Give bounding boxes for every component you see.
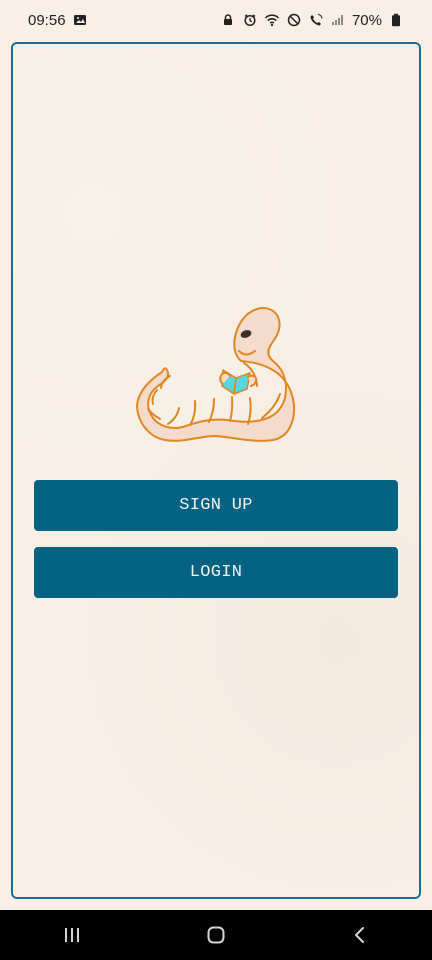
navigation-bar xyxy=(0,910,432,960)
status-left: 09:56 xyxy=(28,12,88,29)
login-button[interactable]: LOGIN xyxy=(34,547,398,598)
wifi-calling-icon xyxy=(308,12,324,28)
recent-apps-icon[interactable] xyxy=(58,921,86,949)
image-icon xyxy=(72,12,88,28)
home-icon[interactable] xyxy=(202,921,230,949)
battery-icon xyxy=(388,12,404,28)
sign-up-button[interactable]: SIGN UP xyxy=(34,480,398,531)
alarm-icon xyxy=(242,12,258,28)
app-frame xyxy=(11,42,421,899)
signal-icon xyxy=(330,12,346,28)
do-not-disturb-icon xyxy=(286,12,302,28)
bookworm-illustration xyxy=(136,307,296,442)
lock-icon xyxy=(220,12,236,28)
login-label: LOGIN xyxy=(189,563,243,582)
sign-up-label: SIGN UP xyxy=(179,496,253,515)
battery-level: 70% xyxy=(351,11,382,29)
wifi-icon xyxy=(264,12,280,28)
status-right: 70% xyxy=(220,12,404,29)
back-icon[interactable] xyxy=(346,921,374,949)
status-bar: 09:56 70% xyxy=(0,0,432,40)
status-time: 09:56 xyxy=(28,11,66,29)
